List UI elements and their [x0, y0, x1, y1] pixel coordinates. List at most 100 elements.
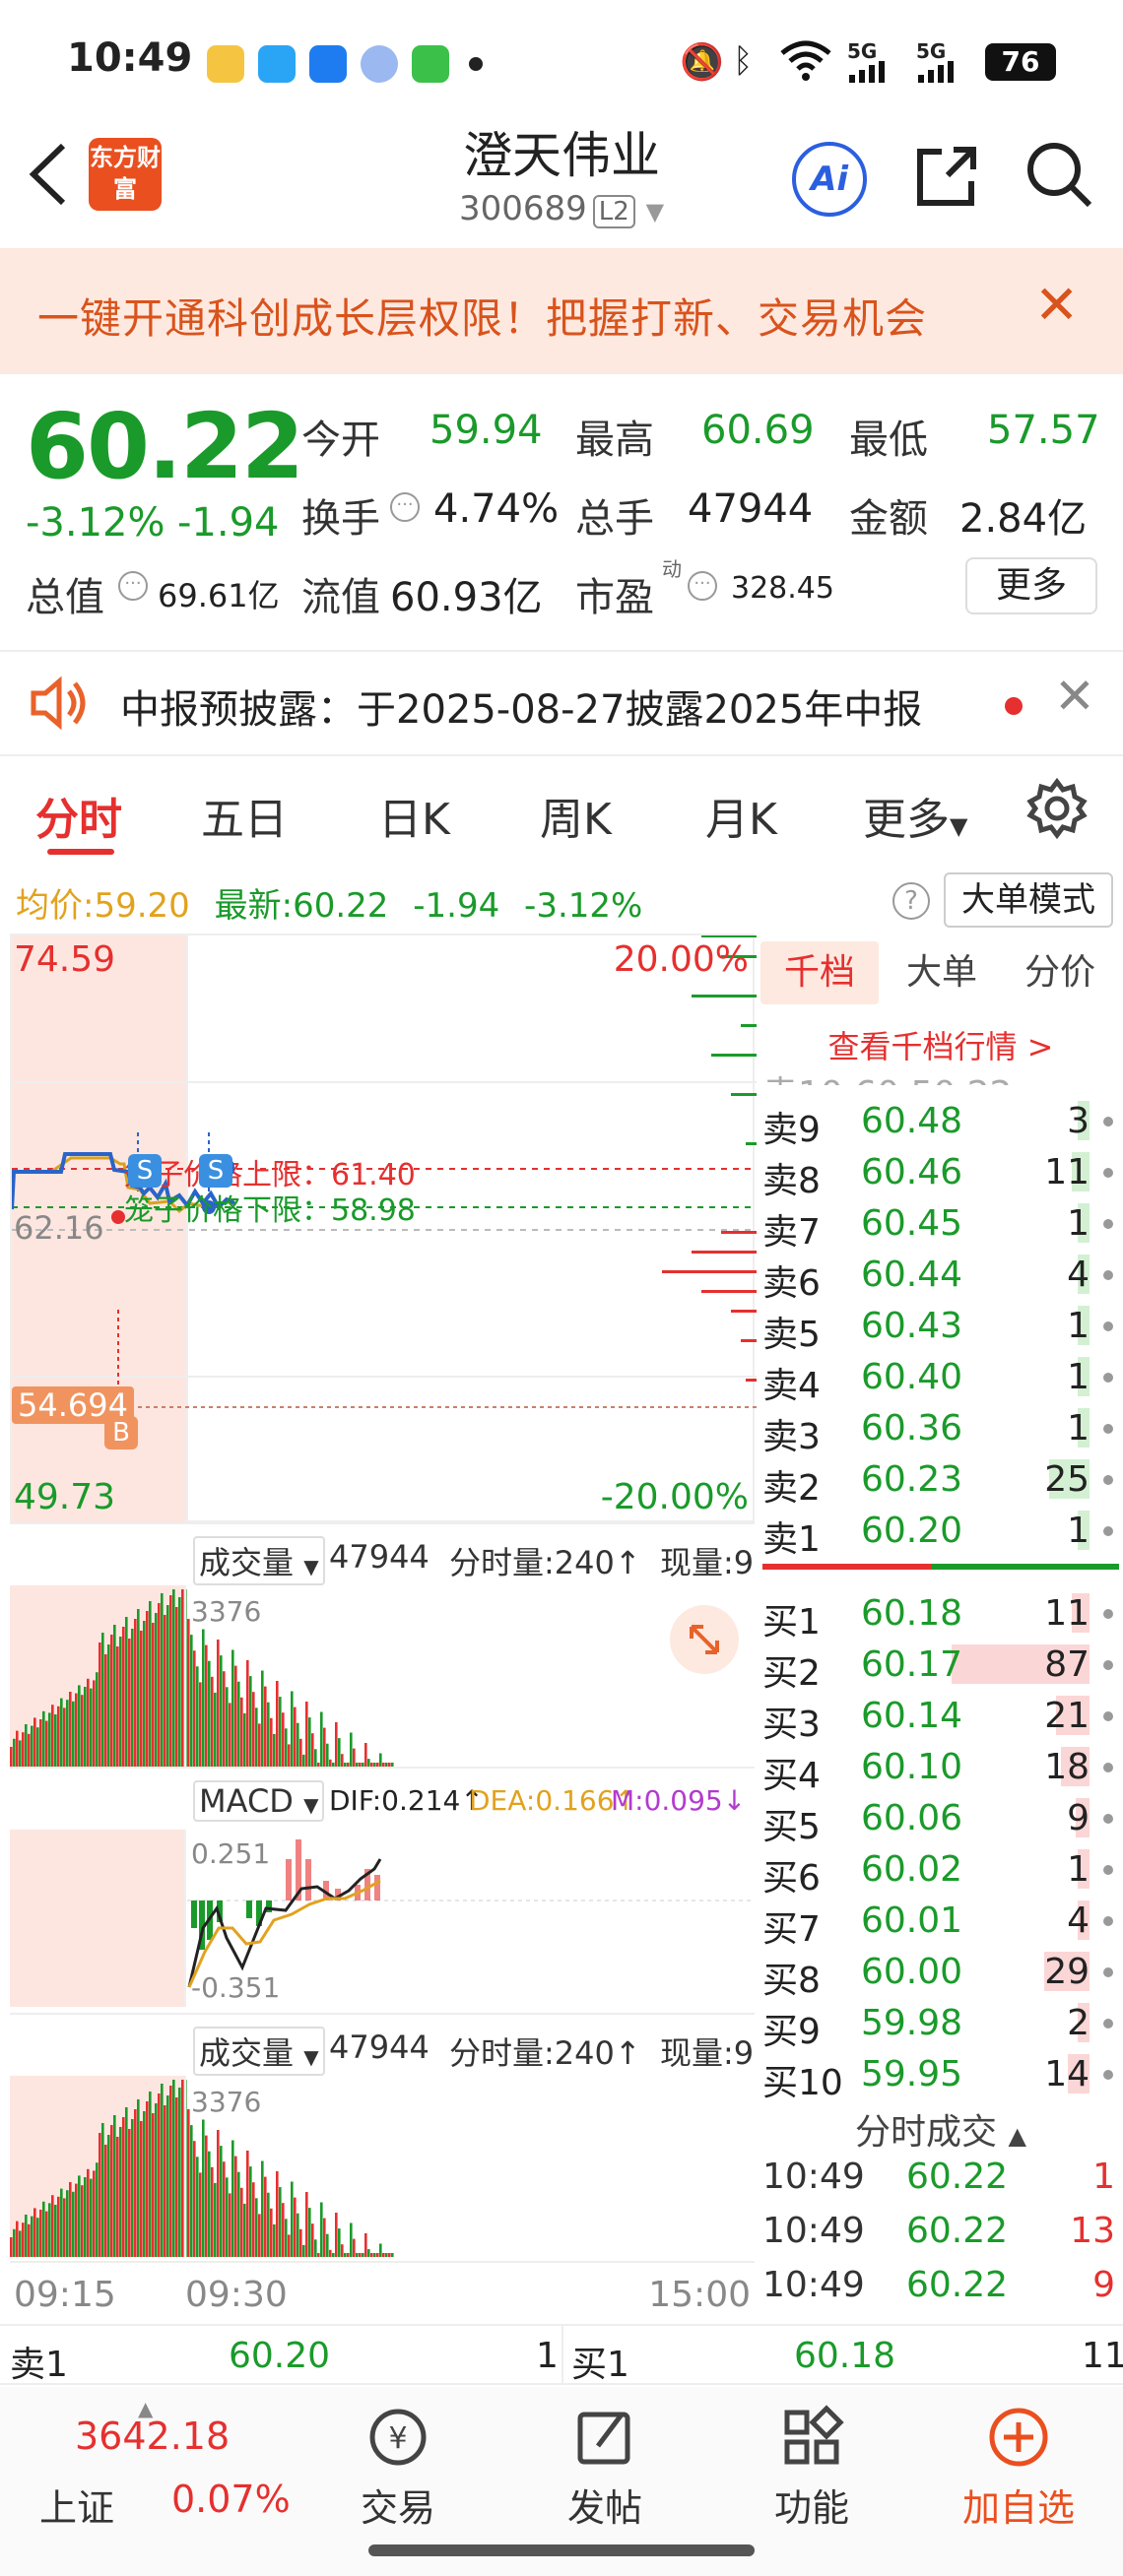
expand-icon[interactable] [670, 1605, 739, 1674]
volume-bar [101, 1633, 104, 1767]
tab-price-volume[interactable]: 分价 [1001, 941, 1119, 1004]
ask-row[interactable]: 卖2 60.23 25 [762, 1453, 1119, 1509]
dropdown-icon: ▼ [645, 198, 665, 225]
level-volume: 4 [1067, 1255, 1090, 1295]
volume-bar [60, 2188, 63, 2257]
bid-row[interactable]: 买5 60.06 9 [762, 1792, 1119, 1847]
grid-icon [743, 2403, 881, 2478]
volume-bar [190, 1635, 193, 1767]
tab-big-orders[interactable]: 大单 [883, 941, 1001, 1004]
high-label: 最高 [575, 418, 654, 463]
ask-row[interactable]: 卖4 60.40 1 [762, 1351, 1119, 1406]
volume-bar [243, 2203, 246, 2257]
bid-row[interactable]: 买8 60.00 29 [762, 1946, 1119, 2001]
volume-indicator-select[interactable]: 成交量 ▼ [193, 1536, 325, 1585]
wifi-icon [778, 39, 833, 83]
volume-bar [305, 1702, 308, 1767]
volume-bar [308, 1717, 311, 1767]
buy-signal-marker[interactable]: B [104, 1416, 138, 1449]
close-icon[interactable]: ✕ [1034, 274, 1079, 336]
tab-depth[interactable]: 千档 [760, 941, 879, 1004]
ask-row[interactable]: 卖8 60.46 11 [762, 1146, 1119, 1201]
share-icon[interactable] [912, 142, 981, 211]
volume-bar [175, 1607, 178, 1767]
bid-row[interactable]: 买7 60.01 4 [762, 1895, 1119, 1950]
info-icon[interactable]: ··· [118, 571, 148, 601]
volume-bar [104, 1654, 107, 1767]
bid-row[interactable]: 买9 59.98 2 [762, 1997, 1119, 2052]
ai-assistant-button[interactable]: Ai [792, 142, 867, 217]
more-button[interactable]: 更多 [965, 557, 1097, 614]
sell-signal-marker[interactable]: S [199, 1154, 232, 1188]
ask-row[interactable]: 卖9 60.48 3 [762, 1095, 1119, 1150]
home-indicator[interactable] [368, 2544, 755, 2556]
volume-bar [226, 1687, 229, 1767]
volume-bar [60, 1698, 63, 1767]
volume-indicator-select-2[interactable]: 成交量 ▼ [193, 2027, 325, 2076]
macd-m: M:0.095↓ [611, 1784, 747, 1817]
nav-add-watchlist[interactable]: 加自选 [950, 2403, 1088, 2532]
tab-monthly-k[interactable]: 月K [705, 784, 777, 847]
intraday-chart[interactable]: 74.59 20.00% 62.16 49.73 -20.00% 54.694 … [10, 934, 757, 1524]
nav-post[interactable]: 发帖 [536, 2403, 674, 2532]
turnover-value: 4.74% [433, 486, 560, 532]
volume-bar [193, 1650, 196, 1767]
index-pct[interactable]: 0.07% [171, 2478, 291, 2521]
ask-row[interactable]: 卖3 60.36 1 [762, 1402, 1119, 1457]
sell-signal-marker[interactable]: S [128, 1154, 162, 1188]
trade-price: 60.22 [906, 2211, 1009, 2251]
volume-bar [116, 1646, 119, 1767]
trades-header[interactable]: 分时成交 ▲ [762, 2103, 1119, 2155]
volume-bar [113, 1625, 116, 1767]
bid-row[interactable]: 买2 60.17 87 [762, 1639, 1119, 1694]
volume-chart[interactable]: 3376 [10, 1585, 755, 1767]
ask-row[interactable]: 卖5 60.43 1 [762, 1300, 1119, 1355]
info-icon[interactable]: ··· [688, 571, 717, 601]
volume-bar [326, 1743, 329, 1767]
macd-indicator-select[interactable]: MACD ▼ [193, 1780, 325, 1822]
notice-bar[interactable]: 中报预披露：于2025-08-27披露2025年中报 ✕ [0, 650, 1123, 756]
bid-row[interactable]: 买1 60.18 11 [762, 1587, 1119, 1642]
nav-functions[interactable]: 功能 [743, 2403, 881, 2532]
tab-daily-k[interactable]: 日K [378, 784, 450, 847]
volume-bar [169, 2086, 172, 2257]
volume-chart-2[interactable]: 3376 [10, 2076, 755, 2257]
bid-row[interactable]: 买3 60.14 21 [762, 1690, 1119, 1745]
collapse-icon: ▲ [1008, 2122, 1026, 2150]
volume-bar [243, 1712, 246, 1767]
bid-row[interactable]: 买6 60.02 1 [762, 1843, 1119, 1899]
search-icon[interactable] [1024, 140, 1093, 209]
tab-more[interactable]: 更多▼ [863, 784, 967, 847]
volume-bar [87, 2168, 90, 2257]
tab-intraday[interactable]: 分时 [35, 784, 122, 847]
trade-row: 10:49 60.22 13 [762, 2211, 1119, 2262]
big-order-mode-button[interactable]: 大单模式 [944, 872, 1113, 928]
level-label: 买5 [762, 1807, 821, 1847]
ask-row[interactable]: 卖1 60.20 1 [762, 1505, 1119, 1560]
trade-time: 10:49 [762, 2265, 865, 2305]
order-marker-dot [1103, 1967, 1113, 1977]
volume-bar [149, 1601, 152, 1767]
close-icon[interactable]: ✕ [1054, 668, 1095, 725]
tab-weekly-k[interactable]: 周K [540, 784, 612, 847]
ask-row[interactable]: 卖6 60.44 4 [762, 1249, 1119, 1304]
volume-bar [299, 1738, 302, 1767]
nav-trade[interactable]: ¥ 交易 [329, 2403, 467, 2532]
volume-bar [140, 2121, 143, 2257]
macd-chart[interactable]: 0.251 -0.351 [10, 1830, 755, 2007]
volume-bar [208, 2151, 211, 2257]
bid-row[interactable]: 买4 60.10 18 [762, 1741, 1119, 1796]
info-icon[interactable]: ··· [390, 492, 420, 522]
tab-five-day[interactable]: 五日 [201, 784, 288, 847]
level-price: 59.95 [861, 2054, 963, 2094]
ask-row[interactable]: 卖7 60.45 1 [762, 1197, 1119, 1253]
index-name[interactable]: 上证 [39, 2478, 114, 2532]
index-value[interactable]: 3642.18 [75, 2415, 230, 2458]
view-depth-link[interactable]: 查看千档行情 > [762, 1022, 1119, 1067]
help-icon[interactable]: ? [892, 882, 930, 920]
volume-bar [149, 2092, 152, 2257]
promo-banner[interactable]: 一键开通科创成长层权限！把握打新、交易机会 ✕ [0, 248, 1123, 374]
price-summary-row: 均价:59.20 最新:60.22 -1.94 -3.12% [16, 878, 642, 927]
bid-row[interactable]: 买10 59.95 14 [762, 2048, 1119, 2103]
gear-icon[interactable] [1026, 777, 1088, 840]
